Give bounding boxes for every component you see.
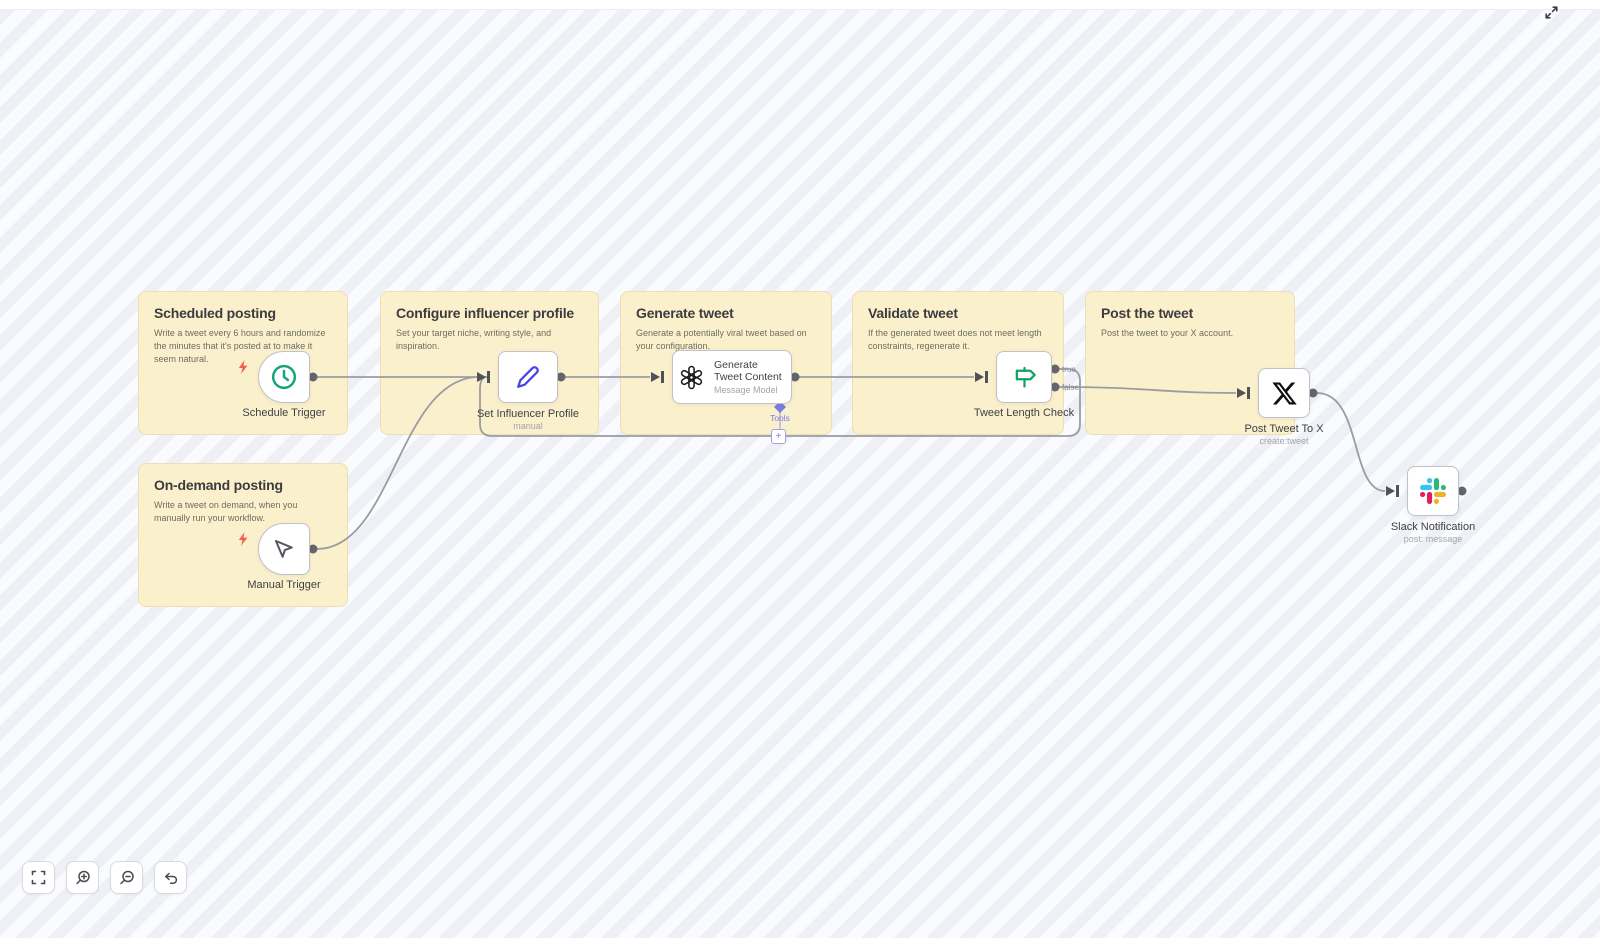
fit-view-icon: [31, 870, 46, 885]
fit-view-button[interactable]: [22, 861, 55, 894]
add-tool-button[interactable]: +: [771, 429, 786, 444]
workflow-editor: Scheduled posting Write a tweet every 6 …: [0, 0, 1600, 938]
node-manual-trigger[interactable]: [258, 523, 310, 575]
trigger-bolt-icon: [238, 532, 248, 551]
node-schedule-trigger[interactable]: [258, 351, 310, 403]
signpost-icon: [1011, 364, 1038, 391]
node-subtitle: create:tweet: [1199, 436, 1369, 446]
connection-wires: [0, 10, 1600, 938]
node-label-schedule-trigger: Schedule Trigger: [199, 407, 369, 419]
maximize-icon: [1544, 5, 1559, 20]
node-tweet-length-check[interactable]: [996, 351, 1052, 403]
undo-icon: [163, 870, 179, 886]
zoom-in-button[interactable]: [66, 861, 99, 894]
node-label-generate-tweet-content: Generate Tweet Content: [714, 359, 786, 383]
zoom-out-icon: [119, 870, 135, 886]
node-subtitle: Message Model: [714, 385, 786, 395]
mouse-pointer-icon: [272, 537, 296, 561]
openai-icon: [678, 364, 705, 391]
canvas-controls: [22, 861, 187, 894]
output-label-true: true: [1062, 365, 1076, 374]
node-subtitle: manual: [443, 421, 613, 431]
node-label-post-tweet-to-x: Post Tweet To X: [1199, 423, 1369, 435]
node-generate-tweet-content[interactable]: Generate Tweet Content Message Model: [672, 350, 792, 404]
pen-icon: [515, 364, 541, 390]
expand-canvas-button[interactable]: [1540, 1, 1562, 23]
zoom-out-button[interactable]: [110, 861, 143, 894]
slack-icon: [1420, 478, 1446, 504]
undo-button[interactable]: [154, 861, 187, 894]
node-slack-notification[interactable]: [1407, 466, 1459, 516]
workflow-canvas[interactable]: Scheduled posting Write a tweet every 6 …: [0, 10, 1600, 938]
trigger-bolt-icon: [238, 360, 248, 379]
clock-icon: [270, 363, 298, 391]
output-label-false: false: [1062, 383, 1079, 392]
x-logo-icon: [1271, 380, 1298, 407]
node-post-tweet-to-x[interactable]: [1258, 368, 1310, 418]
zoom-in-icon: [75, 870, 91, 886]
node-label-slack-notification: Slack Notification: [1348, 521, 1518, 533]
tools-connector-label: Tools: [750, 413, 810, 423]
node-label-set-influencer-profile: Set Influencer Profile: [443, 408, 613, 420]
node-subtitle: post: message: [1348, 534, 1518, 544]
top-bar: [0, 0, 1600, 10]
node-label-tweet-length-check: Tweet Length Check: [939, 407, 1109, 419]
node-set-influencer-profile[interactable]: [498, 351, 558, 403]
node-label-manual-trigger: Manual Trigger: [199, 579, 369, 591]
